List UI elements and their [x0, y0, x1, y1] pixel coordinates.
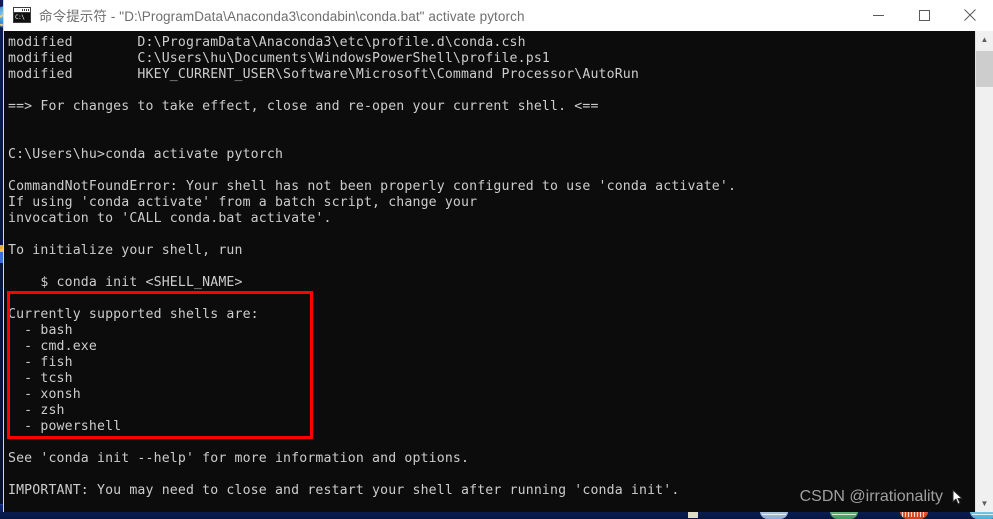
watermark: CSDN @irrationality	[799, 488, 943, 505]
close-button[interactable]	[947, 0, 993, 30]
console-icon: C:\	[13, 7, 31, 23]
console-text: modified D:\ProgramData\Anaconda3\etc\pr…	[8, 35, 737, 498]
scrollbar-track[interactable]	[976, 87, 993, 495]
window-title: 命令提示符 - "D:\ProgramData\Anaconda3\condab…	[39, 9, 525, 24]
scrollbar-thumb[interactable]	[976, 51, 993, 87]
console-icon-glyph: C:\	[14, 13, 30, 22]
scroll-up-arrow-icon[interactable]: ▲	[976, 31, 993, 48]
scroll-down-arrow-icon[interactable]: ▼	[976, 495, 993, 512]
console-area: modified D:\ProgramData\Anaconda3\etc\pr…	[4, 31, 993, 512]
vertical-scrollbar[interactable]: ▲ ▼	[975, 31, 993, 512]
command-prompt-window: C:\ 命令提示符 - "D:\ProgramData\Anaconda3\co…	[4, 0, 993, 512]
screen: C:\ 命令提示符 - "D:\ProgramData\Anaconda3\co…	[0, 0, 993, 519]
maximize-button[interactable]	[901, 0, 947, 30]
window-titlebar[interactable]: C:\ 命令提示符 - "D:\ProgramData\Anaconda3\co…	[4, 0, 993, 31]
minimize-button[interactable]	[855, 0, 901, 30]
window-controls	[855, 0, 993, 30]
console-output[interactable]: modified D:\ProgramData\Anaconda3\etc\pr…	[4, 31, 975, 512]
